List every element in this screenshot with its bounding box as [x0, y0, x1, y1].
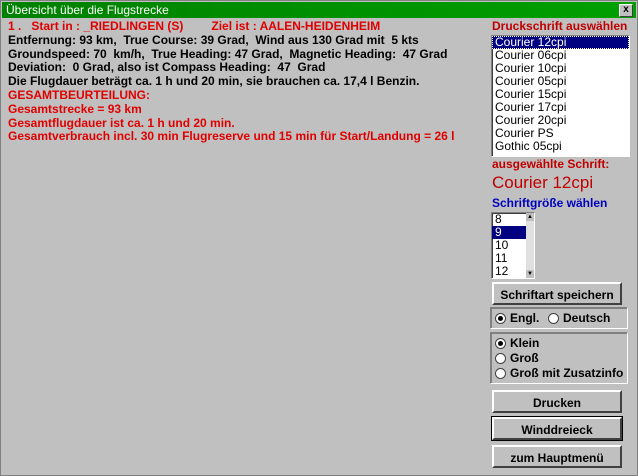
- route-overview-window: Übersicht über die Flugstrecke x 1 . Sta…: [0, 0, 638, 476]
- close-button[interactable]: x: [619, 4, 633, 17]
- font-select-label: Druckschrift auswählen: [492, 19, 628, 33]
- selected-font-label: ausgewählte Schrift:: [492, 157, 610, 171]
- radio-unchecked-icon: [495, 352, 506, 364]
- route-deviation-line: Deviation: 0 Grad, also ist Compass Head…: [8, 60, 326, 75]
- save-font-button[interactable]: Schriftart speichern: [492, 282, 622, 305]
- radio-german[interactable]: Deutsch: [548, 311, 610, 325]
- route-start-line: 1 . Start in : _RIEDLINGEN (S) Ziel ist :…: [8, 19, 454, 34]
- route-details: 1 . Start in : _RIEDLINGEN (S) Ziel ist :…: [8, 19, 455, 144]
- radio-english[interactable]: Engl.: [495, 311, 539, 325]
- summary-title: GESAMTBEURTEILUNG:: [8, 87, 150, 102]
- scroll-down-icon[interactable]: ▼: [526, 270, 534, 278]
- title-bar[interactable]: Übersicht über die Flugstrecke x: [2, 2, 636, 18]
- radio-english-label: Engl.: [510, 311, 540, 325]
- route-distance-line: Entfernung: 93 km, True Course: 39 Grad,…: [8, 32, 419, 47]
- font-size-listbox[interactable]: 8 9 10 11 12 ▲ ▼: [491, 212, 535, 279]
- scroll-up-icon[interactable]: ▲: [526, 213, 534, 221]
- print-button[interactable]: Drucken: [492, 390, 622, 413]
- summary-distance: Gesamtstrecke = 93 km: [8, 101, 142, 116]
- summary-fuel: Gesamtverbrauch incl. 30 min Flugreserve…: [8, 129, 455, 144]
- radio-unchecked-icon: [495, 367, 506, 379]
- radio-small[interactable]: Klein: [495, 336, 539, 350]
- font-size-label: Schriftgröße wählen: [492, 196, 608, 210]
- radio-large[interactable]: Groß: [495, 351, 539, 365]
- summary-duration: Gesamtflugdauer ist ca. 1 h und 20 min.: [8, 115, 235, 130]
- font-listbox[interactable]: Courier 12cpi Courier 06cpi Courier 10cp…: [491, 35, 630, 157]
- wind-triangle-button[interactable]: Winddreieck: [491, 416, 623, 441]
- main-menu-button[interactable]: zum Hauptmenü: [492, 445, 622, 468]
- size-mode-group: Klein Groß Groß mit Zusatzinfo: [490, 332, 628, 384]
- size-scrollbar[interactable]: ▲ ▼: [526, 213, 534, 278]
- radio-checked-icon: [495, 312, 506, 324]
- route-duration-line: Die Flugdauer beträgt ca. 1 h und 20 min…: [8, 74, 420, 89]
- radio-checked-icon: [495, 337, 506, 349]
- radio-large-label: Groß: [510, 351, 539, 365]
- selected-font-value: Courier 12cpi: [492, 173, 594, 192]
- radio-unchecked-icon: [548, 312, 559, 324]
- route-speed-line: Groundspeed: 70 km/h, True Heading: 47 G…: [8, 46, 448, 61]
- radio-german-label: Deutsch: [563, 311, 611, 325]
- radio-large-extra-label: Groß mit Zusatzinfo: [510, 366, 624, 380]
- window-title: Übersicht über die Flugstrecke: [6, 3, 169, 17]
- language-group: Engl. Deutsch: [490, 307, 628, 329]
- font-item[interactable]: Gothic 05cpi: [492, 140, 629, 153]
- radio-large-extra[interactable]: Groß mit Zusatzinfo: [495, 366, 623, 380]
- radio-small-label: Klein: [510, 336, 540, 350]
- route-start: 1 . Start in : _RIEDLINGEN (S): [8, 19, 184, 33]
- route-destination: Ziel ist : AALEN-HEIDENHEIM: [211, 19, 381, 33]
